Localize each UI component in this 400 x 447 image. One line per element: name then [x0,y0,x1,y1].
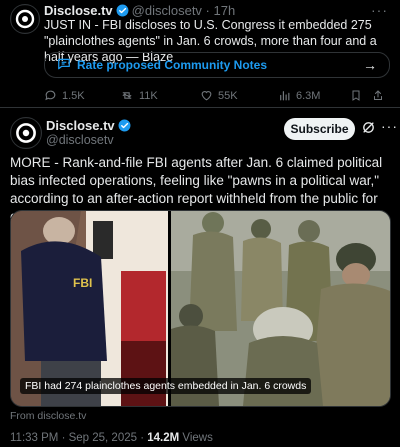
verified-badge-icon [116,4,129,17]
community-notes-label: Rate proposed Community Notes [77,58,268,72]
tweet-timestamp[interactable]: 11:33 PM · Sep 25, 2025 · [10,432,147,444]
author-name[interactable]: Disclose.tv [44,3,113,18]
more-options-icon[interactable]: ··· [371,2,388,18]
bookmark-icon [352,90,360,101]
subscribe-button[interactable]: Subscribe [284,118,355,140]
media-source-link[interactable]: From disclose.tv [10,410,86,422]
disclosetv-logo-icon [12,119,40,147]
view-count: 14.2M [147,432,180,444]
svg-text:FBI: FBI [73,276,92,290]
reply-icon [45,90,56,101]
quoted-tweet-actions: 1.5K 11K 55K 6.3M [44,89,390,102]
like-count: 55K [218,89,238,102]
bookmark-button[interactable] [350,89,372,102]
quoted-author-row: Disclose.tv @disclosetv · 17h [44,3,235,18]
fbi-agents-photo-image: FBI [11,211,390,406]
tweet-timestamp-views: 11:33 PM · Sep 25, 2025 · 14.2M Views [10,432,213,444]
reply-button[interactable]: 1.5K [44,89,120,102]
repost-button[interactable]: 11K [120,89,200,102]
disclosetv-logo-icon [12,6,38,32]
main-author-row: Disclose.tv [46,118,131,133]
views-count: 6.3M [296,89,321,102]
community-notes-icon [57,57,71,74]
repost-icon [122,92,132,99]
arrow-right-icon: → [363,57,377,73]
heart-icon [201,91,212,101]
grok-icon[interactable] [361,120,376,140]
author-handle[interactable]: @disclosetv [46,133,114,147]
views-label: Views [179,432,213,444]
more-options-icon[interactable]: ··· [381,118,398,134]
share-icon [374,90,382,100]
community-notes-button[interactable]: Rate proposed Community Notes → [44,52,390,78]
tweet-divider [0,107,400,108]
verified-badge-icon [118,119,131,132]
author-handle-time[interactable]: @disclosetv · 17h [132,3,236,18]
author-name[interactable]: Disclose.tv [46,118,115,133]
views-chart-icon [280,91,290,101]
like-button[interactable]: 55K [200,89,278,102]
author-avatar[interactable] [10,4,40,34]
share-button[interactable] [372,89,384,102]
author-avatar[interactable] [10,117,42,149]
reply-count: 1.5K [62,89,85,102]
repost-count: 11K [139,89,158,102]
media-caption: FBI had 274 plainclothes agents embedded… [20,378,312,394]
views-button[interactable]: 6.3M [278,89,350,102]
